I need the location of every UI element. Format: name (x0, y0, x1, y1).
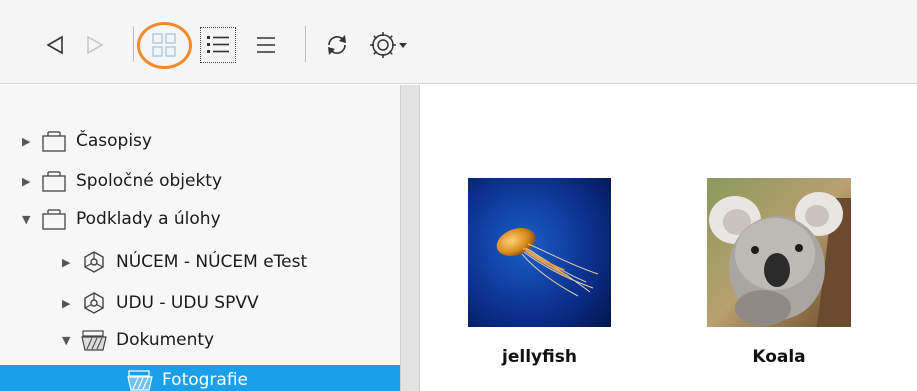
grid-view-icon (152, 33, 176, 57)
tree-item-label: Časopisy (76, 131, 152, 151)
refresh-icon (328, 35, 346, 55)
tree-item-label: Fotografie (162, 370, 249, 390)
expand-arrow-icon[interactable]: ▶ (62, 256, 80, 269)
collapse-arrow-icon[interactable]: ▼ (62, 334, 80, 347)
grid-view-button[interactable] (148, 29, 180, 61)
settings-button[interactable] (364, 28, 412, 62)
thumbnail-caption: jellyfish (502, 347, 577, 367)
tree-item-label: Spoločné objekty (76, 171, 223, 191)
tree-item-dokumenty[interactable]: ▼ Dokumenty (62, 325, 214, 355)
list-view-icon (257, 37, 275, 53)
back-button[interactable] (40, 30, 70, 60)
tree-item-spolocne-objekty[interactable]: ▶ Spoločné objekty (22, 166, 222, 196)
toolbar (0, 0, 917, 84)
expand-arrow-icon[interactable]: ▶ (62, 297, 80, 310)
chevron-down-icon (399, 43, 407, 48)
thumbnail-caption: Koala (752, 347, 806, 367)
detail-list-view-icon (207, 36, 229, 53)
striped-folder-icon (80, 328, 108, 352)
tree-item-nucem[interactable]: ▶ NÚCEM - NÚCEM eTest (62, 247, 307, 277)
tree-item-label: Dokumenty (116, 330, 215, 350)
striped-folder-icon (126, 368, 154, 391)
detail-list-view-button[interactable] (200, 27, 236, 63)
expand-arrow-icon[interactable]: ▶ (22, 135, 40, 148)
jellyfish-thumbnail[interactable] (468, 178, 611, 327)
tree-item-podklady-a-ulohy[interactable]: ▼ Podklady a úlohy (22, 204, 221, 234)
refresh-button[interactable] (320, 28, 354, 62)
back-icon (46, 35, 63, 55)
folder-tree: ▶ Časopisy ▶ Spoločné objekty ▼ Podklady… (0, 85, 400, 391)
tree-item-label: Podklady a úlohy (76, 209, 221, 229)
content-pane: jellyfish Koala (421, 85, 917, 391)
koala-thumbnail[interactable] (707, 178, 851, 327)
list-view-button[interactable] (250, 29, 282, 61)
expand-arrow-icon[interactable]: ▶ (22, 175, 40, 188)
cabinet-icon (40, 169, 68, 193)
forward-button[interactable] (80, 30, 110, 60)
panel-splitter[interactable] (400, 85, 420, 391)
forward-icon (87, 35, 104, 55)
hexagon-network-icon (80, 291, 108, 315)
cabinet-icon (40, 129, 68, 153)
toolbar-separator (133, 26, 134, 62)
tree-item-casopisy[interactable]: ▶ Časopisy (22, 126, 152, 156)
hexagon-network-icon (80, 250, 108, 274)
gear-icon (370, 32, 396, 58)
cabinet-icon (40, 207, 68, 231)
tree-item-fotografie[interactable]: Fotografie (0, 365, 400, 391)
tree-item-udu[interactable]: ▶ UDU - UDU SPVV (62, 288, 259, 318)
collapse-arrow-icon[interactable]: ▼ (22, 213, 40, 226)
toolbar-separator (305, 26, 306, 62)
tree-item-label: NÚCEM - NÚCEM eTest (116, 252, 308, 272)
tree-item-label: UDU - UDU SPVV (116, 293, 259, 313)
